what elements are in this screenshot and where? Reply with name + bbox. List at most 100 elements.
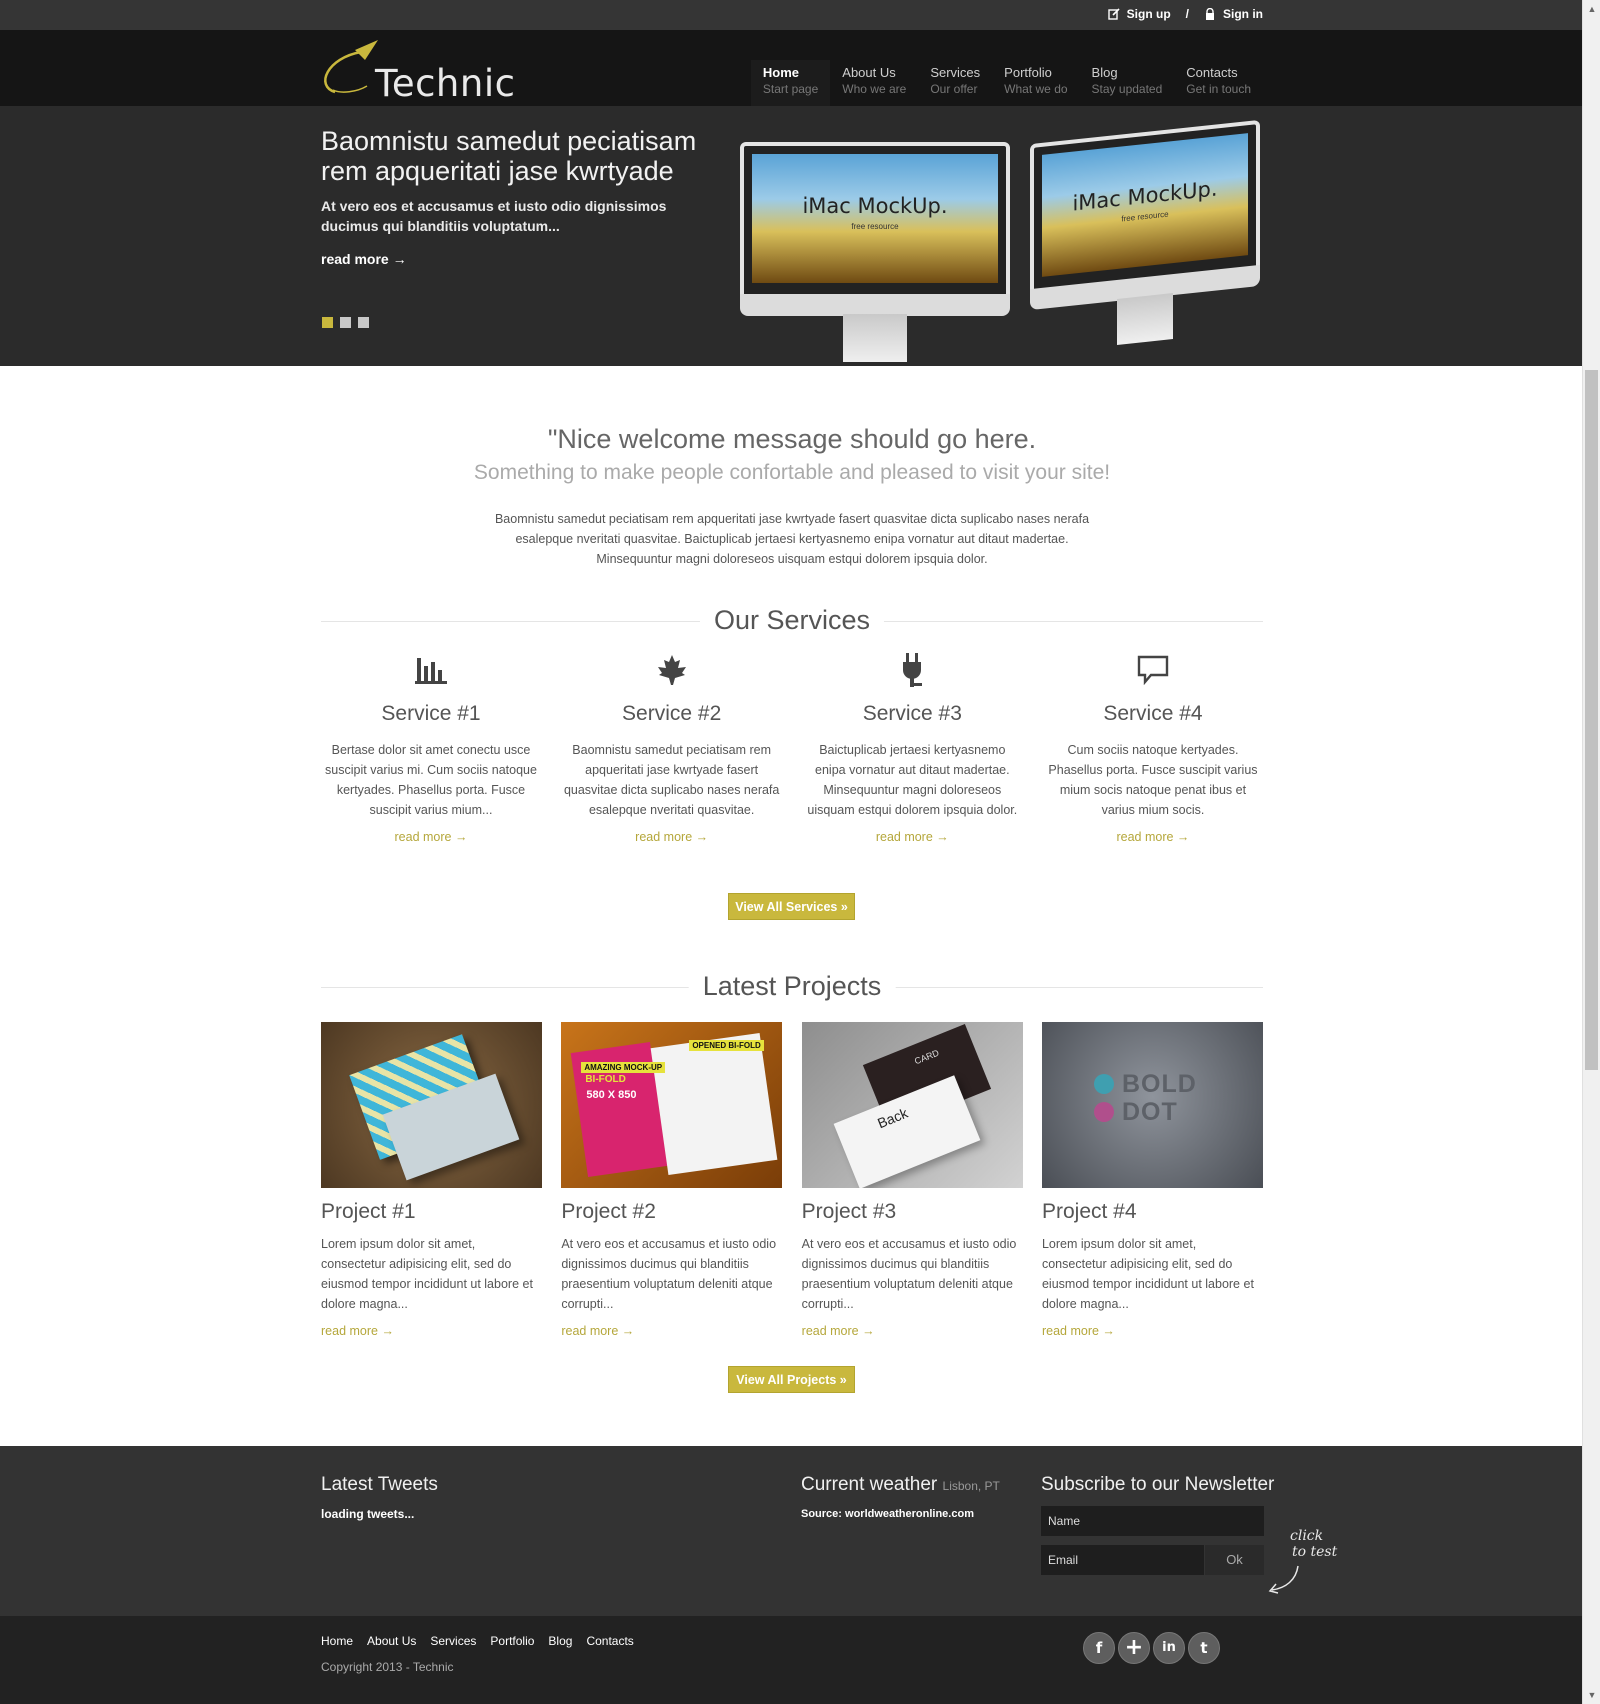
service-card: Service #2 Baomnistu samedut peciatisam … [562,652,782,846]
service-read-more-link[interactable]: read more → [1116,830,1189,844]
service-read-more-link[interactable]: read more → [395,830,468,844]
project-read-more-link[interactable]: read more → [802,1324,875,1338]
project-card: Back CARD Project #3 At vero eos et accu… [801,1022,1023,1340]
project-title: Project #3 [801,1200,897,1223]
imac-mockup-image-angled: iMac MockUp. free resource [1030,119,1260,354]
click-to-test-note: click to test [1290,1528,1337,1560]
welcome-quote: "Nice welcome message should go here. [547,424,1037,454]
footer-link-home[interactable]: Home [321,1634,353,1648]
plug-icon [802,652,1022,688]
project-read-more-link[interactable]: read more → [561,1324,634,1338]
nav-item-contacts[interactable]: Contacts Get in touch [1174,60,1263,112]
bar-chart-icon [321,652,541,688]
scrollbar-thumb[interactable] [1585,370,1598,1070]
service-title: Service #2 [622,702,722,725]
slider-dot[interactable] [322,317,333,328]
hero-read-more-link[interactable]: read more → [321,251,407,267]
speech-bubble-icon [1043,652,1263,688]
curved-arrow-icon [1268,1565,1299,1594]
service-read-more-link[interactable]: read more → [635,830,708,844]
scroll-down-arrow-icon[interactable]: ▼ [1583,1686,1600,1704]
view-all-services-button[interactable]: View All Services » [728,893,855,920]
footer-nav: Home About Us Services Portfolio Blog Co… [321,1634,634,1648]
project-image-text: BI-FOLD [585,1074,626,1085]
google-plus-icon[interactable]: + [1118,1632,1150,1664]
nav-subtitle: Our offer [930,82,978,96]
projects-list: Project #1 Lorem ipsum dolor sit amet, c… [321,1022,1263,1340]
service-card: Service #4 Cum sociis natoque kertyades.… [1043,652,1263,846]
service-card: Service #1 Bertase dolor sit amet conect… [321,652,541,846]
nav-subtitle: What we do [1004,82,1068,96]
project-read-more-link[interactable]: read more → [321,1324,394,1338]
twitter-icon[interactable]: t [1188,1632,1220,1664]
note-line-2: to test [1292,1544,1338,1560]
service-text: Baictuplicab jertaesi kertyasnemo enipa … [807,743,1018,817]
copyright: Copyright 2013 - Technic [321,1660,454,1674]
project-thumbnail[interactable]: BOLD DOT [1041,1022,1263,1188]
footer-link-portfolio[interactable]: Portfolio [490,1634,534,1648]
mockup-label: iMac MockUp. [802,194,948,218]
service-read-more-link[interactable]: read more → [876,830,949,844]
service-title: Service #3 [862,702,962,725]
slider-dot[interactable] [358,317,369,328]
hero-title: Baomnistu samedut peciatisam rem apqueri… [321,126,697,186]
nav-title: Services [930,65,981,80]
nav-item-services[interactable]: Services Our offer [918,60,992,112]
logo[interactable]: Technic [321,40,521,105]
weather-location: Lisbon, PT [942,1479,1000,1493]
page-scrollbar[interactable]: ▲ ▼ [1582,0,1600,1704]
header: Technic Home Start page About Us Who we ar… [0,30,1582,112]
project-image-text: DOT [1121,1098,1178,1126]
signin-link[interactable]: Sign in [1223,7,1263,21]
services-heading: Our Services [321,605,1263,639]
facebook-icon[interactable]: f [1083,1632,1115,1664]
nav-subtitle: Start page [762,82,819,96]
newsletter-email-input[interactable]: Email [1041,1545,1204,1575]
services-list: Service #1 Bertase dolor sit amet conect… [321,652,1263,846]
welcome-text: Baomnistu samedut peciatisam rem apqueri… [494,512,1090,566]
nav-item-portfolio[interactable]: Portfolio What we do [992,60,1079,112]
project-text: At vero eos et accusamus et iusto odio d… [561,1237,777,1311]
project-thumbnail[interactable]: AMAZING MOCK-UP BI-FOLD 580 X 850 OPENED… [561,1022,783,1188]
section-title: Latest Projects [688,971,896,1002]
project-thumbnail[interactable]: Back CARD [801,1022,1023,1188]
service-text: Baomnistu samedut peciatisam rem apqueri… [563,743,780,817]
top-bar: Sign up / Sign in [0,0,1582,30]
footer-link-about[interactable]: About Us [367,1634,416,1648]
imac-mockup-image: iMac MockUp. free resource [740,142,1010,362]
slider-dot[interactable] [340,317,351,328]
project-image-text: 580 X 850 [583,1088,640,1102]
social-links: f + in t [1083,1632,1220,1664]
linkedin-icon[interactable]: in [1153,1632,1185,1664]
project-title: Project #2 [561,1200,656,1223]
main-nav: Home Start page About Us Who we are Servic… [750,60,1263,112]
nav-item-blog[interactable]: Blog Stay updated [1080,60,1175,112]
scroll-up-arrow-icon[interactable]: ▲ [1583,0,1600,18]
nav-item-home[interactable]: Home Start page [750,60,831,112]
view-all-projects-button[interactable]: View All Projects » [728,1366,855,1393]
nav-subtitle: Get in touch [1186,82,1251,96]
weather-title: Current weather Lisbon, PT [801,1474,1000,1496]
newsletter-name-input[interactable]: Name [1041,1506,1264,1536]
footer-link-contacts[interactable]: Contacts [586,1634,633,1648]
service-title: Service #4 [1103,702,1203,725]
service-text: Bertase dolor sit amet conectu usce susc… [325,743,537,817]
lock-icon [1204,7,1216,20]
footer-link-services[interactable]: Services [430,1634,476,1648]
project-read-more-link[interactable]: read more → [1042,1324,1115,1338]
mockup-sublabel: free resource [851,222,899,231]
project-image-text: OPENED BI-FOLD [689,1040,764,1051]
project-thumbnail[interactable] [321,1022,542,1188]
project-title: Project #4 [1041,1200,1137,1223]
project-text: Lorem ipsum dolor sit amet, consectetur … [321,1237,533,1311]
section-title: Our Services [699,605,885,636]
footer-link-blog[interactable]: Blog [548,1634,572,1648]
welcome-subtitle: Something to make people confortable and… [473,461,1111,484]
nav-item-about[interactable]: About Us Who we are [830,60,918,112]
weather-source: Source: worldweatheronline.com [801,1508,974,1520]
bottom-bar: Home About Us Services Portfolio Blog Co… [0,1616,1582,1704]
newsletter-ok-button[interactable]: Ok [1205,1545,1264,1575]
edit-icon [1107,8,1120,20]
welcome-section: "Nice welcome message should go here. So… [321,424,1263,569]
signup-link[interactable]: Sign up [1127,7,1171,21]
